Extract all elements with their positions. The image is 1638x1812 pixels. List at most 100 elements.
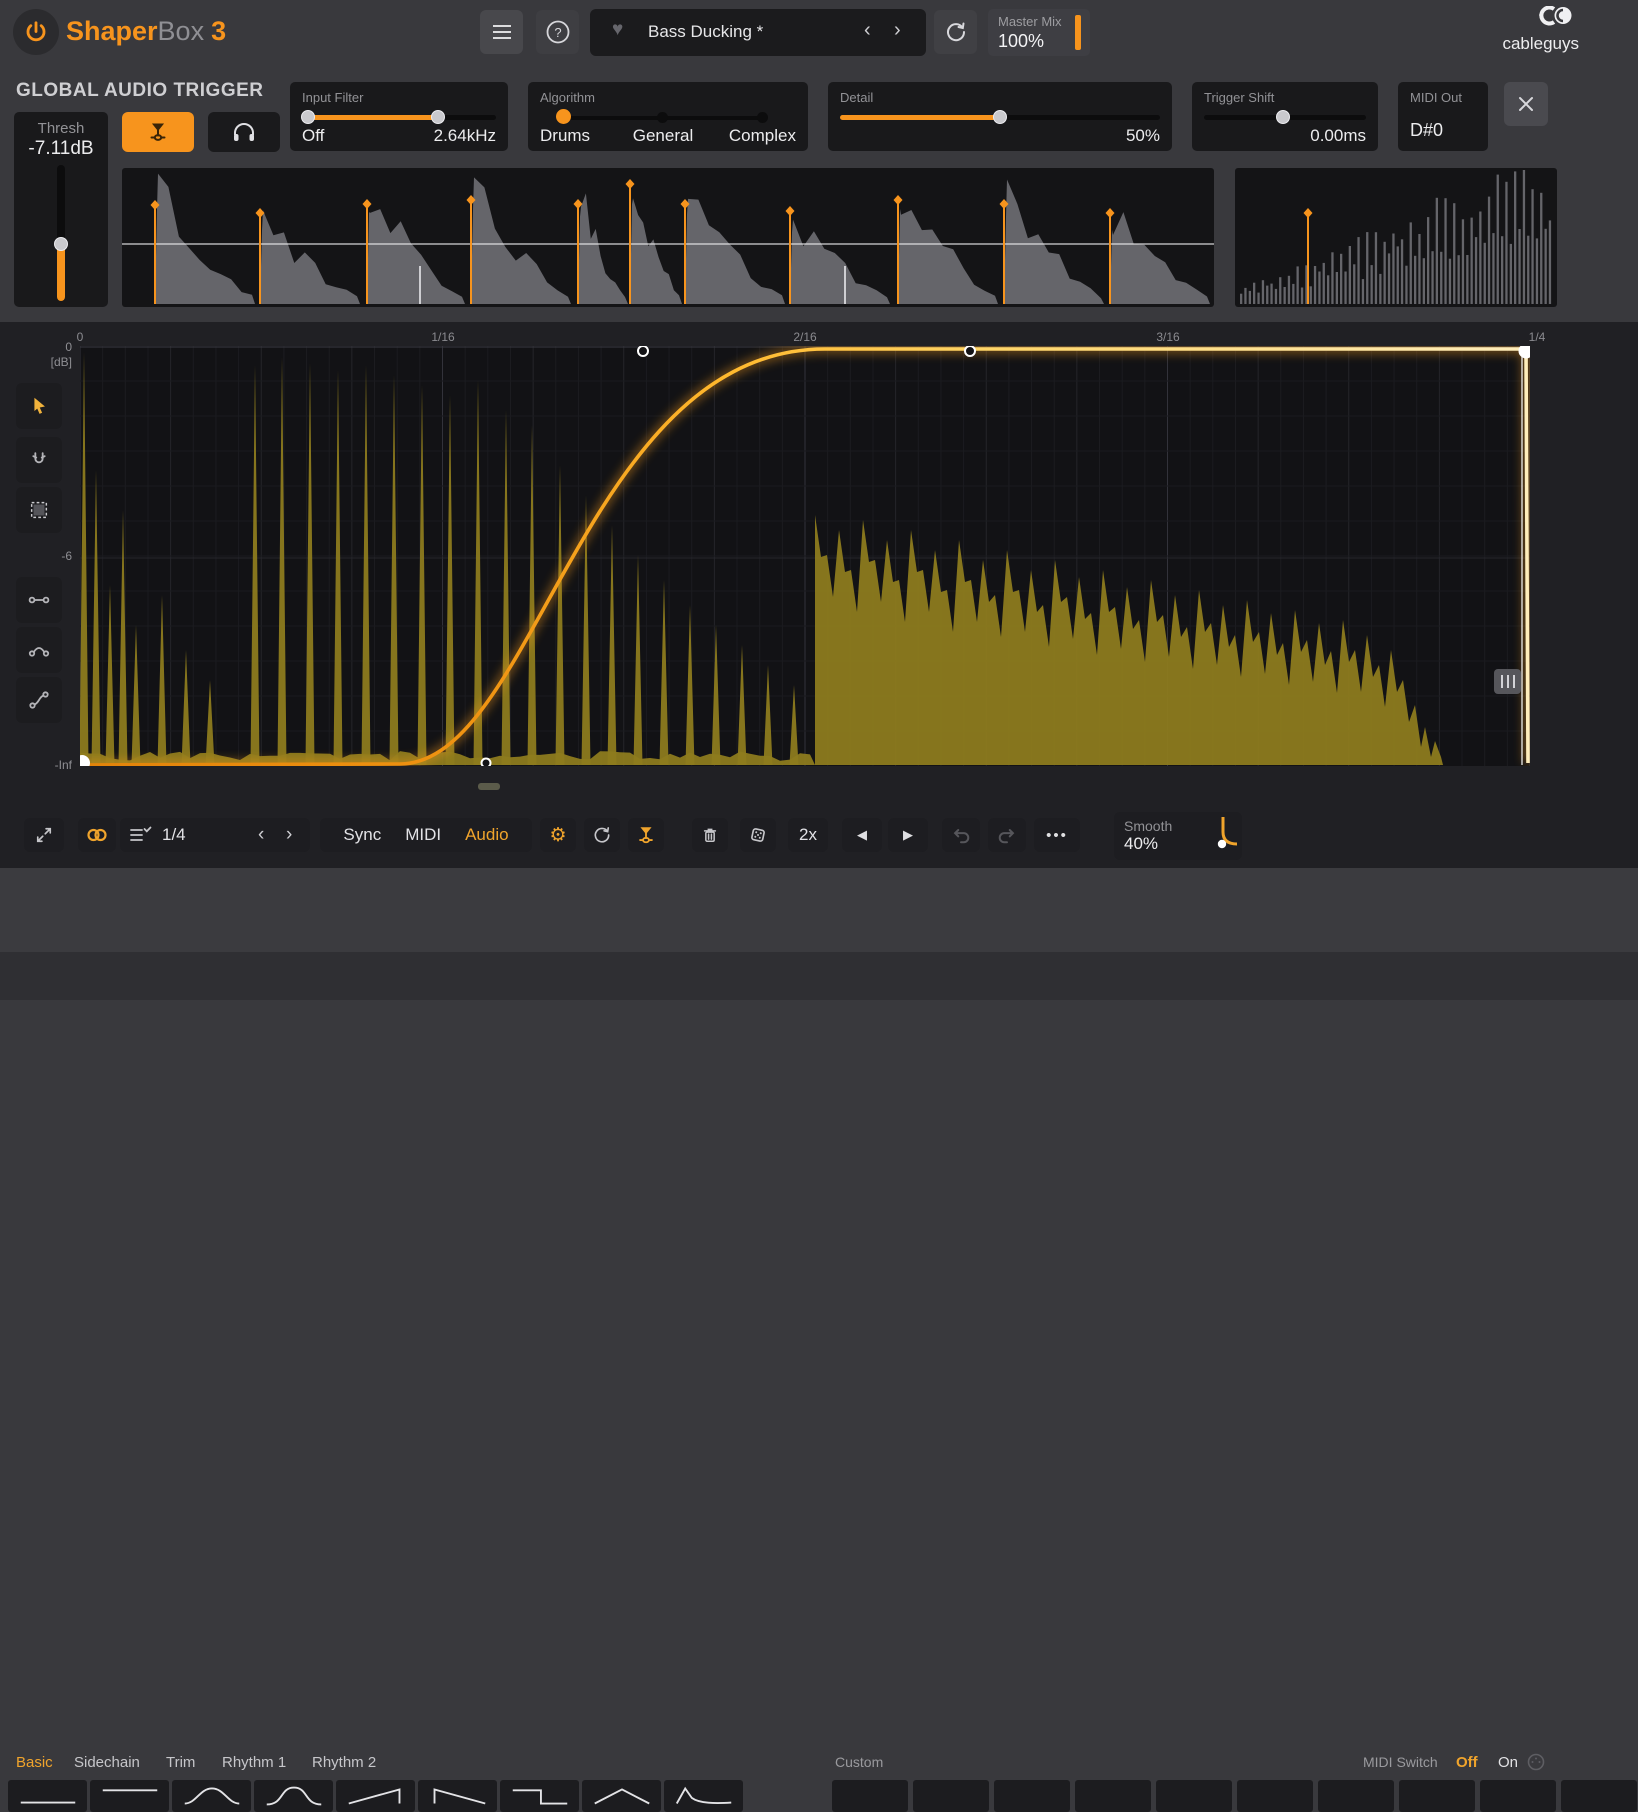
custom-slot-7[interactable] xyxy=(1318,1780,1394,1812)
shift-right-button[interactable]: ▶ xyxy=(888,818,928,852)
master-mix-panel[interactable]: Master Mix 100% xyxy=(988,9,1090,56)
shaperbox-window: { "app": { "logo": { "shaper": "Shaper",… xyxy=(0,0,1638,1000)
play-left-icon: ◀ xyxy=(857,828,867,843)
algorithm-option-complex[interactable]: Complex xyxy=(729,126,796,146)
undo-button[interactable] xyxy=(942,818,980,852)
ruler-label-1-16: 1/16 xyxy=(431,330,454,344)
power-button[interactable] xyxy=(13,9,59,55)
algorithm-dot-general[interactable] xyxy=(657,112,668,123)
wave-tab-trim[interactable]: Trim xyxy=(166,1754,195,1771)
custom-slot-10[interactable] xyxy=(1561,1780,1637,1812)
tool-pointer[interactable] xyxy=(16,383,62,429)
smooth-value: 40% xyxy=(1124,834,1172,854)
loop-mode-button[interactable] xyxy=(584,818,620,852)
gear-icon: ⚙ xyxy=(549,824,566,846)
tool-line-segment[interactable] xyxy=(16,577,62,623)
lfo-curve-plot[interactable] xyxy=(80,346,1530,766)
detail-knob[interactable] xyxy=(993,110,1007,124)
master-mix-slider[interactable] xyxy=(1075,15,1081,50)
wave-shape-peak-decay[interactable] xyxy=(664,1780,743,1812)
curve-point-end[interactable] xyxy=(1520,346,1531,358)
trigger-settings-button[interactable]: ⚙ xyxy=(540,818,576,852)
mode-sync[interactable]: Sync xyxy=(343,825,381,845)
double-wave-button[interactable]: 2x xyxy=(788,818,828,852)
tool-s-curve-segment[interactable] xyxy=(16,677,62,723)
close-trigger-panel-button[interactable] xyxy=(1504,82,1548,126)
wave-shape-flat-high[interactable] xyxy=(90,1780,169,1812)
curve-point-top-1[interactable] xyxy=(638,346,648,356)
wave-shape-sine-narrow[interactable] xyxy=(254,1780,333,1812)
wave-shape-triangle[interactable] xyxy=(582,1780,661,1812)
custom-slot-1[interactable] xyxy=(832,1780,908,1812)
midi-out-value[interactable]: D#0 xyxy=(1410,120,1443,141)
db-unit-label: [dB] xyxy=(32,355,72,369)
input-filter-low-knob[interactable] xyxy=(301,110,315,124)
delete-wave-button[interactable] xyxy=(692,818,728,852)
custom-slot-5[interactable] xyxy=(1156,1780,1232,1812)
custom-slot-4[interactable] xyxy=(1075,1780,1151,1812)
threshold-panel: Thresh -7.11dB xyxy=(14,112,108,307)
custom-slot-6[interactable] xyxy=(1237,1780,1313,1812)
main-menu-button[interactable] xyxy=(480,10,523,54)
preset-prev-button[interactable]: ‹ xyxy=(864,19,871,42)
algorithm-option-general[interactable]: General xyxy=(633,126,693,146)
thresh-slider[interactable] xyxy=(57,165,65,301)
wave-shape-sine[interactable] xyxy=(172,1780,251,1812)
midi-switch-on[interactable]: On xyxy=(1498,1754,1518,1771)
algorithm-panel: Algorithm Drums General Complex xyxy=(528,82,808,151)
tool-arc-segment[interactable] xyxy=(16,627,62,673)
wave-tab-basic[interactable]: Basic xyxy=(16,1754,53,1771)
wave-list-icon[interactable] xyxy=(128,824,152,846)
rate-next-button[interactable]: › xyxy=(286,824,292,846)
curve-point-bottom[interactable] xyxy=(482,759,491,767)
loop-region-grip[interactable] xyxy=(1494,669,1521,694)
custom-slot-2[interactable] xyxy=(913,1780,989,1812)
input-filter-slider[interactable] xyxy=(302,115,496,120)
midi-switch-off[interactable]: Off xyxy=(1456,1754,1478,1771)
expand-editor-button[interactable] xyxy=(24,818,64,852)
wave-shape-pulse[interactable] xyxy=(500,1780,579,1812)
rate-prev-button[interactable]: ‹ xyxy=(258,824,264,846)
ruler-label-0: 0 xyxy=(77,330,84,344)
link-waves-button[interactable] xyxy=(78,818,116,852)
custom-slot-8[interactable] xyxy=(1399,1780,1475,1812)
smooth-panel[interactable]: Smooth 40% xyxy=(1114,812,1242,860)
custom-slot-3[interactable] xyxy=(994,1780,1070,1812)
tool-snap-magnet[interactable] xyxy=(16,437,62,483)
wave-tab-rhythm-2[interactable]: Rhythm 2 xyxy=(312,1754,376,1771)
curve-point-start[interactable] xyxy=(80,756,89,766)
wave-tab-sidechain[interactable]: Sidechain xyxy=(74,1754,140,1771)
preset-name[interactable]: Bass Ducking * xyxy=(648,22,763,42)
randomize-button[interactable] xyxy=(740,818,776,852)
rate-value[interactable]: 1/4 xyxy=(162,825,186,845)
mode-audio[interactable]: Audio xyxy=(465,825,508,845)
wave-shape-ramp-up[interactable] xyxy=(336,1780,415,1812)
svg-text:?: ? xyxy=(554,25,561,40)
custom-slot-9[interactable] xyxy=(1480,1780,1556,1812)
curve-point-top-2[interactable] xyxy=(965,346,975,356)
mode-midi[interactable]: MIDI xyxy=(405,825,441,845)
algorithm-option-drums[interactable]: Drums xyxy=(540,126,590,146)
input-filter-high-knob[interactable] xyxy=(431,110,445,124)
trigger-waveform-display-side xyxy=(1235,168,1557,307)
thresh-slider-knob[interactable] xyxy=(54,237,68,251)
trigger-listen-button[interactable] xyxy=(208,112,280,152)
wave-shape-flat-low[interactable] xyxy=(8,1780,87,1812)
favorite-heart-icon[interactable]: ♥ xyxy=(612,19,623,41)
algorithm-dot-complex[interactable] xyxy=(757,112,768,123)
preset-selector[interactable]: ♥ Bass Ducking * ‹ › xyxy=(590,9,926,56)
shift-left-button[interactable]: ◀ xyxy=(842,818,882,852)
redo-button[interactable] xyxy=(988,818,1026,852)
preset-next-button[interactable]: › xyxy=(894,19,901,42)
trigger-shift-knob[interactable] xyxy=(1276,110,1290,124)
wave-tab-rhythm-1[interactable]: Rhythm 1 xyxy=(222,1754,286,1771)
audio-trigger-enable-button[interactable] xyxy=(122,112,194,152)
plot-scrollbar-handle[interactable] xyxy=(478,783,500,790)
more-options-button[interactable]: ••• xyxy=(1034,818,1080,852)
audio-trigger-button[interactable] xyxy=(628,818,664,852)
algorithm-dot-drums[interactable] xyxy=(556,109,571,124)
ab-compare-button[interactable] xyxy=(934,10,977,54)
wave-shape-ramp-down[interactable] xyxy=(418,1780,497,1812)
help-button[interactable]: ? xyxy=(536,10,579,54)
tool-marquee-select[interactable] xyxy=(16,487,62,533)
